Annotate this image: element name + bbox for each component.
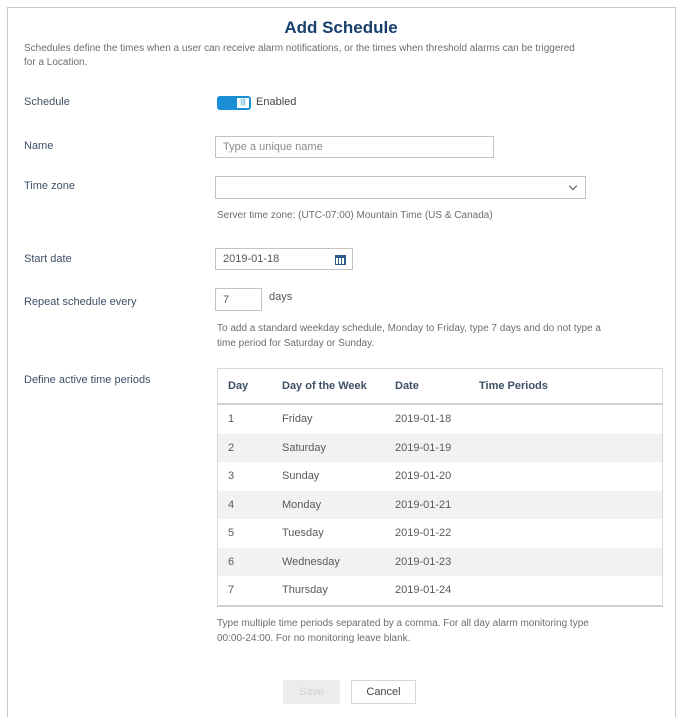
server-time-zone-hint: Server time zone: (UTC-07:00) Mountain T… [217, 210, 493, 221]
cell-weekday: Thursday [282, 584, 328, 597]
save-button[interactable]: Save [283, 680, 340, 704]
name-label: Name [24, 140, 54, 152]
start-date-label: Start date [24, 253, 72, 265]
table-row: 4 Monday 2019-01-21 [217, 490, 663, 519]
cell-day: 2 [217, 433, 282, 462]
calendar-icon[interactable] [335, 255, 346, 265]
cell-weekday: Tuesday [282, 527, 324, 540]
cell-day: 7 [228, 584, 235, 597]
table-row: 2 Saturday 2019-01-19 [217, 433, 663, 462]
cell-date: 2019-01-18 [395, 413, 452, 426]
cell-date: 2019-01-21 [395, 490, 479, 519]
cell-day: 5 [228, 527, 235, 540]
col-date-header: Date [395, 368, 479, 405]
toggle-grip-icon: ||| [236, 97, 250, 109]
schedule-label: Schedule [24, 96, 70, 108]
cell-time-periods[interactable] [479, 519, 663, 548]
table-row: 3 Sunday 2019-01-20 [218, 462, 663, 491]
cell-weekday: Saturday [282, 433, 395, 462]
cell-date: 2019-01-19 [395, 433, 479, 462]
cell-date: 2019-01-22 [395, 527, 452, 540]
dialog-title: Add Schedule [284, 18, 398, 37]
cell-weekday: Sunday [282, 470, 320, 483]
cell-weekday: Friday [282, 413, 313, 426]
cell-time-periods[interactable] [479, 462, 663, 491]
cell-day: 3 [228, 470, 235, 483]
col-weekday-header: Day of the Week [282, 368, 395, 405]
table-header-row: Day Day of the Week Date Time Periods [217, 368, 663, 405]
cell-time-periods[interactable] [479, 433, 663, 462]
cell-date: 2019-01-23 [395, 547, 479, 576]
table-row: 7 Thursday 2019-01-24 [218, 576, 663, 606]
name-input[interactable] [215, 136, 494, 158]
start-date-value: 2019-01-18 [223, 253, 280, 265]
table-row: 6 Wednesday 2019-01-23 [217, 547, 663, 576]
chevron-down-icon [568, 181, 578, 191]
periods-label: Define active time periods [24, 374, 151, 386]
cell-day: 4 [217, 490, 282, 519]
cell-day: 6 [217, 547, 282, 576]
time-zone-label: Time zone [24, 180, 75, 192]
cell-date: 2019-01-20 [395, 470, 452, 483]
cell-time-periods[interactable] [479, 404, 663, 434]
repeat-label: Repeat schedule every [24, 296, 137, 308]
dialog-frame [7, 7, 676, 717]
repeat-unit: days [269, 291, 293, 303]
repeat-days-input[interactable] [215, 288, 262, 311]
cell-time-periods[interactable] [479, 547, 663, 576]
col-time-periods-header: Time Periods [479, 368, 663, 405]
col-day-header: Day [217, 368, 282, 405]
cancel-button[interactable]: Cancel [351, 680, 416, 704]
time-zone-select[interactable] [215, 176, 586, 199]
cell-time-periods[interactable] [479, 490, 663, 519]
cell-weekday: Wednesday [282, 547, 395, 576]
schedule-toggle[interactable]: ||| [217, 96, 251, 110]
repeat-hint: To add a standard weekday schedule, Mond… [217, 323, 601, 349]
cell-day: 1 [228, 413, 235, 426]
cell-time-periods[interactable] [479, 576, 663, 606]
time-periods-note: Type multiple time periods separated by … [217, 618, 589, 644]
cell-date: 2019-01-24 [395, 584, 452, 597]
dialog-description: Schedules define the times when a user c… [24, 43, 575, 68]
cell-weekday: Monday [282, 490, 395, 519]
time-periods-table: Day Day of the Week Date Time Periods 1 … [217, 368, 663, 607]
table-row: 5 Tuesday 2019-01-22 [218, 519, 663, 548]
start-date-input[interactable]: 2019-01-18 [215, 248, 353, 270]
table-row: 1 Friday 2019-01-18 [218, 404, 663, 434]
schedule-toggle-state: Enabled [256, 96, 297, 108]
